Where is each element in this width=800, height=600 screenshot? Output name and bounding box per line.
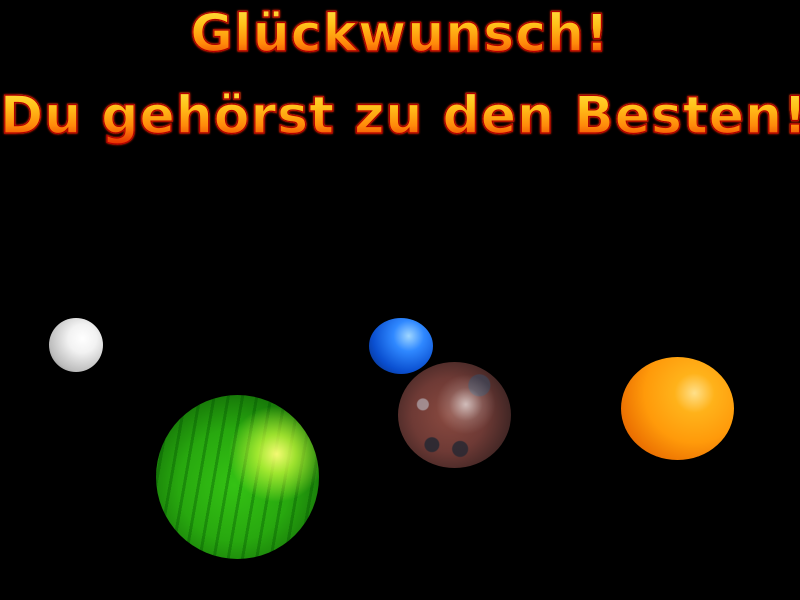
headline-you-are-among-best: Du gehörst zu den Besten! [0,85,800,146]
orange-planet-icon [621,357,734,460]
congratulations-screen: Glückwunsch! Du gehörst zu den Besten! [0,0,800,600]
blue-planet-icon [369,318,433,374]
red-rocky-planet-icon [398,362,511,468]
headline-congratulations: Glückwunsch! [0,2,800,66]
green-planet-icon [156,395,319,559]
white-planet-icon [49,318,103,372]
